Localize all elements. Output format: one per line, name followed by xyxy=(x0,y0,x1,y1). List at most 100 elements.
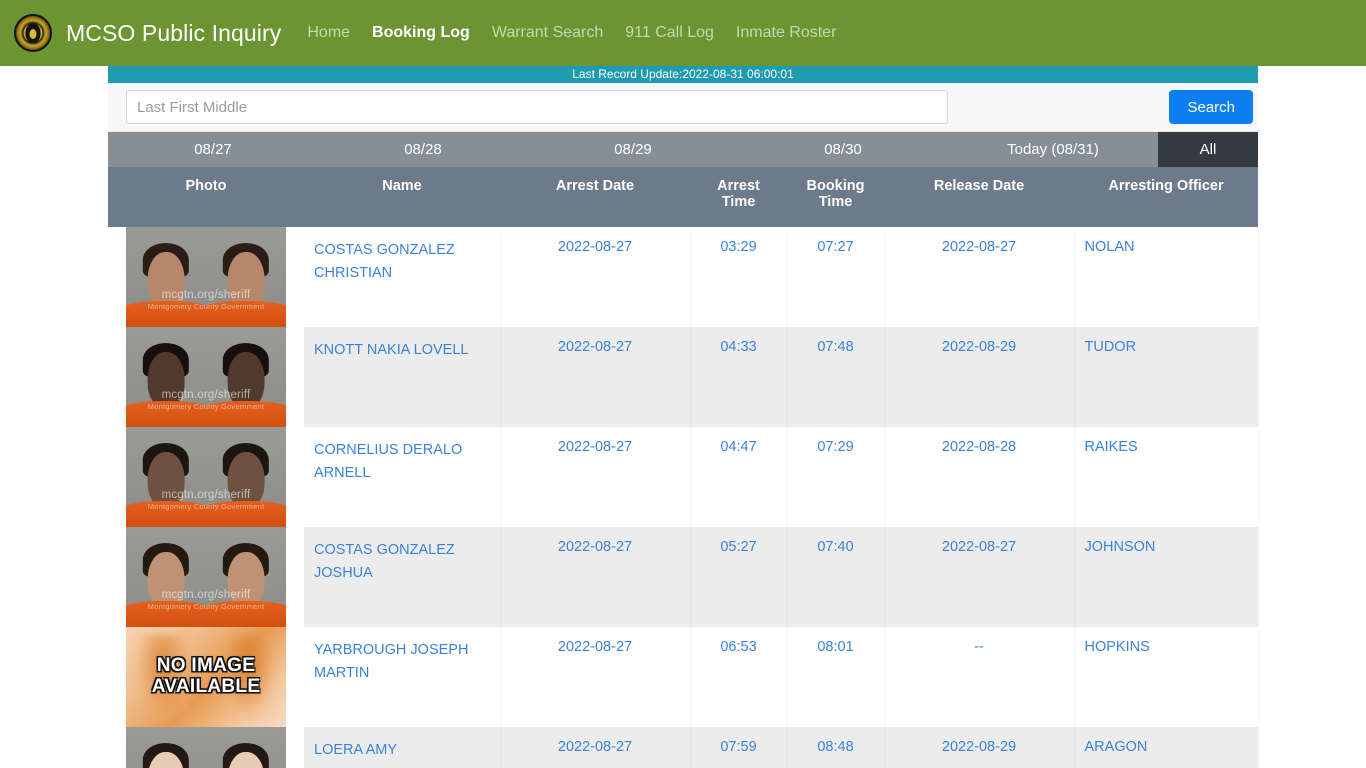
date-tab-today[interactable]: Today (08/31) xyxy=(948,132,1158,167)
name-cell[interactable]: COSTAS GONZALEZ JOSHUA xyxy=(304,527,500,627)
column-header-arrest-time[interactable]: Arrest Time xyxy=(690,167,787,227)
table-row[interactable]: mcgtn.org/sheriffMontgomery County Gover… xyxy=(108,227,1258,327)
release-date-cell[interactable]: 2022-08-27 xyxy=(884,527,1074,627)
inmate-name-line1: YARBROUGH JOSEPH xyxy=(314,642,469,658)
booking-log-table: Photo Name Arrest Date Arrest Time Booki… xyxy=(108,167,1259,768)
release-date-cell[interactable]: 2022-08-29 xyxy=(884,727,1074,768)
column-header-name[interactable]: Name xyxy=(304,167,500,227)
inmate-name-line2: JOSHUA xyxy=(314,565,373,582)
name-cell[interactable]: LOERA AMY xyxy=(304,727,500,768)
nav-link-inmate-roster[interactable]: Inmate Roster xyxy=(736,24,836,42)
column-header-booking-time[interactable]: Booking Time xyxy=(787,167,884,227)
release-date-cell[interactable]: 2022-08-28 xyxy=(884,427,1074,527)
photo-cell: mcgtn.org/sheriffMontgomery County Gover… xyxy=(108,727,304,768)
search-button[interactable]: Search xyxy=(1169,90,1253,124)
inmate-name-line2: CHRISTIAN xyxy=(314,265,393,282)
table-row[interactable]: mcgtn.org/sheriffMontgomery County Gover… xyxy=(108,527,1258,627)
arrest-date-cell[interactable]: 2022-08-27 xyxy=(500,427,690,527)
name-cell[interactable]: YARBROUGH JOSEPH MARTIN xyxy=(304,627,500,727)
arrest-date-cell[interactable]: 2022-08-27 xyxy=(500,627,690,727)
photo-cell: mcgtn.org/sheriffMontgomery County Gover… xyxy=(108,427,304,527)
arresting-officer-cell[interactable]: ARAGON xyxy=(1074,727,1258,768)
mugshot-image[interactable]: mcgtn.org/sheriffMontgomery County Gover… xyxy=(126,227,286,327)
nav-link-911-call-log[interactable]: 911 Call Log xyxy=(625,24,714,42)
column-header-release-date[interactable]: Release Date xyxy=(884,167,1074,227)
photo-cell: NO IMAGE AVAILABLE xyxy=(108,627,304,727)
inmate-name-line1: COSTAS GONZALEZ xyxy=(314,242,455,258)
arrest-time-line2: Time xyxy=(721,194,756,210)
arrest-date-cell[interactable]: 2022-08-27 xyxy=(500,527,690,627)
nav-link-home[interactable]: Home xyxy=(307,24,350,42)
mugshot-front xyxy=(126,527,206,627)
table-row[interactable]: mcgtn.org/sheriffMontgomery County Gover… xyxy=(108,327,1258,427)
inmate-name-line2: MARTIN xyxy=(314,665,370,682)
arresting-officer-cell[interactable]: HOPKINS xyxy=(1074,627,1258,727)
arrest-time-cell[interactable]: 04:33 xyxy=(690,327,787,427)
table-header-row: Photo Name Arrest Date Arrest Time Booki… xyxy=(108,167,1258,227)
booking-time-cell[interactable]: 07:29 xyxy=(787,427,884,527)
mugshot-image[interactable]: mcgtn.org/sheriffMontgomery County Gover… xyxy=(126,527,286,627)
mugshot-image[interactable]: mcgtn.org/sheriffMontgomery County Gover… xyxy=(126,427,286,527)
name-cell[interactable]: CORNELIUS DERALO ARNELL xyxy=(304,427,500,527)
arresting-officer-cell[interactable]: RAIKES xyxy=(1074,427,1258,527)
booking-time-cell[interactable]: 08:01 xyxy=(787,627,884,727)
date-tab-0827[interactable]: 08/27 xyxy=(108,132,318,167)
release-date-cell[interactable]: -- xyxy=(884,627,1074,727)
booking-time-cell[interactable]: 07:48 xyxy=(787,327,884,427)
content-container: Last Record Update:2022-08-31 06:00:01 S… xyxy=(108,66,1258,768)
arrest-time-cell[interactable]: 03:29 xyxy=(690,227,787,327)
mugshot-image[interactable]: mcgtn.org/sheriffMontgomery County Gover… xyxy=(126,727,286,768)
mugshot-profile xyxy=(206,227,286,327)
mugshot-front xyxy=(126,427,206,527)
last-record-update-banner: Last Record Update:2022-08-31 06:00:01 xyxy=(108,66,1258,83)
date-tab-0828[interactable]: 08/28 xyxy=(318,132,528,167)
column-header-arresting-officer[interactable]: Arresting Officer xyxy=(1074,167,1258,227)
arrest-time-cell[interactable]: 07:59 xyxy=(690,727,787,768)
name-cell[interactable]: KNOTT NAKIA LOVELL xyxy=(304,327,500,427)
column-header-arrest-date[interactable]: Arrest Date xyxy=(500,167,690,227)
arrest-time-cell[interactable]: 05:27 xyxy=(690,527,787,627)
booking-time-cell[interactable]: 08:48 xyxy=(787,727,884,768)
search-input[interactable] xyxy=(126,90,948,124)
page-body: Last Record Update:2022-08-31 06:00:01 S… xyxy=(0,66,1366,768)
table-row[interactable]: mcgtn.org/sheriffMontgomery County Gover… xyxy=(108,727,1258,768)
arrest-date-cell[interactable]: 2022-08-27 xyxy=(500,727,690,768)
mugshot-front xyxy=(126,227,206,327)
name-cell[interactable]: COSTAS GONZALEZ CHRISTIAN xyxy=(304,227,500,327)
nav-link-booking-log[interactable]: Booking Log xyxy=(372,24,470,42)
arrest-time-cell[interactable]: 06:53 xyxy=(690,627,787,727)
booking-time-line1: Booking xyxy=(806,178,865,194)
date-tab-0830[interactable]: 08/30 xyxy=(738,132,948,167)
nav-link-warrant-search[interactable]: Warrant Search xyxy=(492,24,603,42)
booking-time-cell[interactable]: 07:40 xyxy=(787,527,884,627)
search-bar: Search xyxy=(108,83,1258,132)
release-date-cell[interactable]: 2022-08-27 xyxy=(884,227,1074,327)
arresting-officer-cell[interactable]: TUDOR xyxy=(1074,327,1258,427)
table-body: mcgtn.org/sheriff Montgomery County Gover… xyxy=(108,227,1258,768)
release-date-cell[interactable]: 2022-08-29 xyxy=(884,327,1074,427)
mugshot-profile xyxy=(206,727,286,768)
mugshot-front xyxy=(126,727,206,768)
mugshot-profile xyxy=(206,427,286,527)
photo-cell: mcgtn.org/sheriffMontgomery County Gover… xyxy=(108,527,304,627)
top-navbar: MCSO Public Inquiry Home Booking Log War… xyxy=(0,0,1366,66)
inmate-name-line1: KNOTT NAKIA LOVELL xyxy=(314,342,469,358)
arrest-date-cell[interactable]: 2022-08-27 xyxy=(500,227,690,327)
arresting-officer-cell[interactable]: JOHNSON xyxy=(1074,527,1258,627)
date-tab-0829[interactable]: 08/29 xyxy=(528,132,738,167)
date-tab-all[interactable]: All xyxy=(1158,132,1258,167)
table-row[interactable]: mcgtn.org/sheriffMontgomery County Gover… xyxy=(108,427,1258,527)
arrest-date-cell[interactable]: 2022-08-27 xyxy=(500,327,690,427)
no-image-text: NO IMAGE AVAILABLE xyxy=(151,655,261,697)
inmate-name-line1: COSTAS GONZALEZ xyxy=(314,542,455,558)
inmate-name-line1: CORNELIUS DERALO xyxy=(314,442,463,458)
mugshot-profile xyxy=(206,327,286,427)
booking-time-cell[interactable]: 07:27 xyxy=(787,227,884,327)
inmate-name-line2: ARNELL xyxy=(314,465,371,482)
mugshot-image[interactable]: mcgtn.org/sheriffMontgomery County Gover… xyxy=(126,327,286,427)
table-row[interactable]: NO IMAGE AVAILABLE YARBROUGH JOSEPH MARTIN 2… xyxy=(108,627,1258,727)
arresting-officer-cell[interactable]: NOLAN xyxy=(1074,227,1258,327)
arrest-time-cell[interactable]: 04:47 xyxy=(690,427,787,527)
column-header-photo[interactable]: Photo xyxy=(108,167,304,227)
arrest-time-line1: Arrest xyxy=(717,178,760,194)
